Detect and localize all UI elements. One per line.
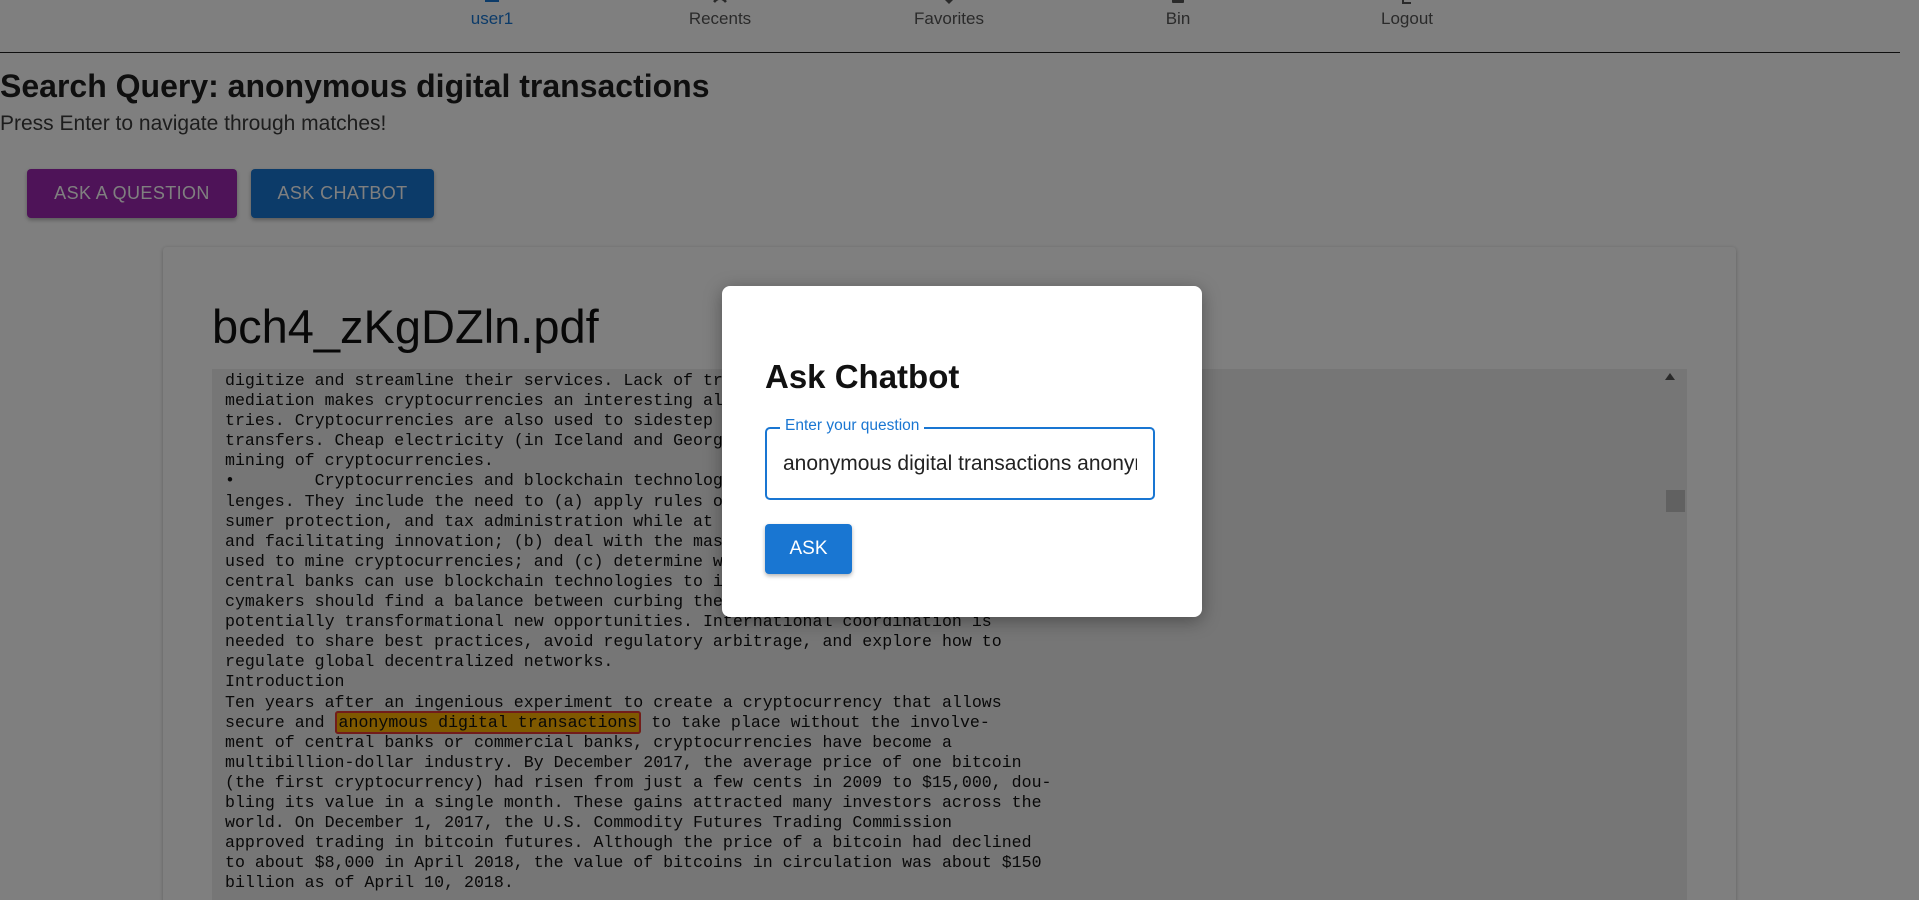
dialog-title: Ask Chatbot xyxy=(765,358,960,395)
page: user1 Recents Favorites Bin Logout Searc… xyxy=(0,0,1919,900)
question-input[interactable] xyxy=(783,447,1137,481)
ask-chatbot-dialog: Ask Chatbot Enter your question ASK xyxy=(722,286,1202,617)
question-field[interactable]: Enter your question xyxy=(765,417,1155,500)
question-field-label: Enter your question xyxy=(780,417,925,435)
ask-button[interactable]: ASK xyxy=(765,524,852,574)
